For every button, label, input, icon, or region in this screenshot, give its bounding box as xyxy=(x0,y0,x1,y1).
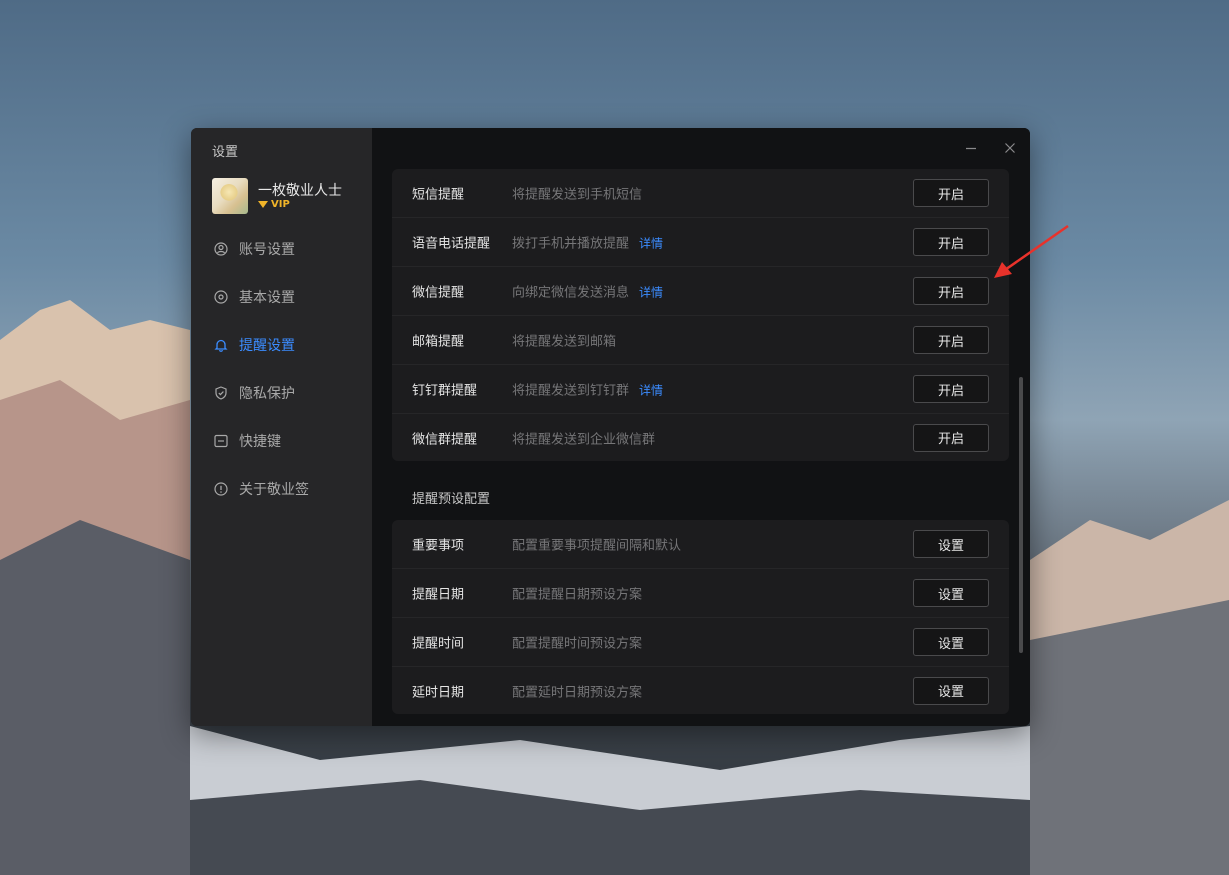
sidebar-item-label: 提醒设置 xyxy=(239,338,295,354)
enable-dingtalk-button[interactable]: 开启 xyxy=(913,375,989,403)
reminder-time-settings-button[interactable]: 设置 xyxy=(913,628,989,656)
reminder-date-settings-button[interactable]: 设置 xyxy=(913,579,989,607)
detail-link[interactable]: 详情 xyxy=(639,237,663,251)
sidebar-item-label: 隐私保护 xyxy=(239,386,295,402)
list-item: 微信群提醒 将提醒发送到企业微信群 开启 xyxy=(392,414,1009,461)
row-desc: 配置延时日期预设方案 xyxy=(512,685,643,700)
diamond-icon xyxy=(258,200,268,208)
bell-icon xyxy=(214,338,228,352)
sidebar-item-reminder[interactable]: 提醒设置 xyxy=(191,321,372,369)
row-desc: 向绑定微信发送消息 详情 xyxy=(512,282,663,301)
row-label: 钉钉群提醒 xyxy=(412,383,478,399)
profile-name: 一枚敬业人士 xyxy=(258,183,342,199)
list-item: 微信提醒 向绑定微信发送消息 详情 开启 xyxy=(392,267,1009,316)
row-label: 提醒时间 xyxy=(412,636,465,652)
shield-icon xyxy=(214,386,228,400)
presets-card: 重要事项 配置重要事项提醒间隔和默认 设置 提醒日期 配置提醒日期预设方案 设置… xyxy=(392,520,1009,714)
row-desc: 将提醒发送到手机短信 xyxy=(512,187,643,203)
list-item: 提醒时间 配置提醒时间预设方案 设置 xyxy=(392,618,1009,667)
info-icon xyxy=(214,482,228,496)
avatar xyxy=(212,178,248,214)
sidebar-item-account[interactable]: 账号设置 xyxy=(191,225,372,273)
sidebar-item-label: 基本设置 xyxy=(239,290,295,306)
delay-date-settings-button[interactable]: 设置 xyxy=(913,676,989,705)
row-label: 提醒日期 xyxy=(412,587,465,603)
vip-badge: VIP xyxy=(258,199,290,210)
row-desc-text: 向绑定微信发送消息 xyxy=(512,285,630,301)
annotation-arrow-icon xyxy=(994,224,1069,278)
sidebar-item-label: 关于敬业签 xyxy=(239,482,309,498)
list-item: 语音电话提醒 拨打手机并播放提醒 详情 开启 xyxy=(392,218,1009,267)
list-item: 提醒日期 配置提醒日期预设方案 设置 xyxy=(392,569,1009,618)
row-desc: 配置提醒日期预设方案 xyxy=(512,587,643,603)
sidebar-item-label: 快捷键 xyxy=(239,434,281,450)
close-icon[interactable] xyxy=(1002,140,1018,156)
row-desc: 将提醒发送到邮箱 xyxy=(512,334,617,350)
notify-methods-card: 短信提醒 将提醒发送到手机短信 开启 语音电话提醒 拨打手机并播放提醒 详情 开启… xyxy=(392,169,1009,461)
sidebar-nav: 账号设置 基本设置 提醒设置 隐私保护 快捷键 关于敬业签 xyxy=(191,225,372,513)
detail-link[interactable]: 详情 xyxy=(639,286,663,300)
row-label: 延时日期 xyxy=(412,685,465,700)
list-item: 短信提醒 将提醒发送到手机短信 开启 xyxy=(392,169,1009,218)
important-items-settings-button[interactable]: 设置 xyxy=(913,530,989,558)
list-item: 邮箱提醒 将提醒发送到邮箱 开启 xyxy=(392,316,1009,365)
list-item: 重要事项 配置重要事项提醒间隔和默认 设置 xyxy=(392,520,1009,569)
row-desc: 配置重要事项提醒间隔和默认 xyxy=(512,538,682,554)
row-label: 语音电话提醒 xyxy=(412,236,491,252)
vip-label: VIP xyxy=(271,199,290,210)
detail-link[interactable]: 详情 xyxy=(639,384,663,398)
sidebar: 设置 一枚敬业人士 VIP 账号设置 基本设置 提醒设置 隐私保护 快捷键 关于… xyxy=(191,128,372,726)
sidebar-item-label: 账号设置 xyxy=(239,242,295,258)
row-label: 重要事项 xyxy=(412,538,465,554)
main-panel: 短信提醒 将提醒发送到手机短信 开启 语音电话提醒 拨打手机并播放提醒 详情 开启… xyxy=(372,128,1030,726)
row-desc: 拨打手机并播放提醒 详情 xyxy=(512,233,663,252)
row-label: 微信群提醒 xyxy=(412,432,478,447)
user-circle-icon xyxy=(214,242,228,256)
sidebar-item-basic[interactable]: 基本设置 xyxy=(191,273,372,321)
row-desc-text: 将提醒发送到钉钉群 xyxy=(512,383,630,399)
list-item: 钉钉群提醒 将提醒发送到钉钉群 详情 开启 xyxy=(392,365,1009,414)
minimize-icon[interactable] xyxy=(963,140,979,156)
enable-sms-button[interactable]: 开启 xyxy=(913,179,989,207)
enable-voice-call-button[interactable]: 开启 xyxy=(913,228,989,256)
section-title: 提醒预设配置 xyxy=(412,492,491,507)
gear-icon xyxy=(214,290,228,304)
enable-wechat-group-button[interactable]: 开启 xyxy=(913,423,989,452)
user-profile[interactable]: 一枚敬业人士 VIP xyxy=(212,178,362,218)
enable-wechat-button[interactable]: 开启 xyxy=(913,277,989,305)
sidebar-item-shortcuts[interactable]: 快捷键 xyxy=(191,417,372,465)
keyboard-icon xyxy=(214,434,228,448)
row-label: 短信提醒 xyxy=(412,187,465,203)
sidebar-item-about[interactable]: 关于敬业签 xyxy=(191,465,372,513)
row-label: 微信提醒 xyxy=(412,285,465,301)
list-item: 延时日期 配置延时日期预设方案 设置 xyxy=(392,667,1009,714)
row-desc: 配置提醒时间预设方案 xyxy=(512,636,643,652)
enable-email-button[interactable]: 开启 xyxy=(913,326,989,354)
sidebar-item-privacy[interactable]: 隐私保护 xyxy=(191,369,372,417)
window-title: 设置 xyxy=(212,145,239,160)
settings-window: 设置 一枚敬业人士 VIP 账号设置 基本设置 提醒设置 隐私保护 快捷键 关于… xyxy=(191,128,1030,726)
scrollbar[interactable] xyxy=(1019,377,1023,653)
row-label: 邮箱提醒 xyxy=(412,334,465,350)
row-desc: 将提醒发送到企业微信群 xyxy=(512,432,656,447)
row-desc-text: 拨打手机并播放提醒 xyxy=(512,236,630,252)
row-desc: 将提醒发送到钉钉群 详情 xyxy=(512,380,663,399)
